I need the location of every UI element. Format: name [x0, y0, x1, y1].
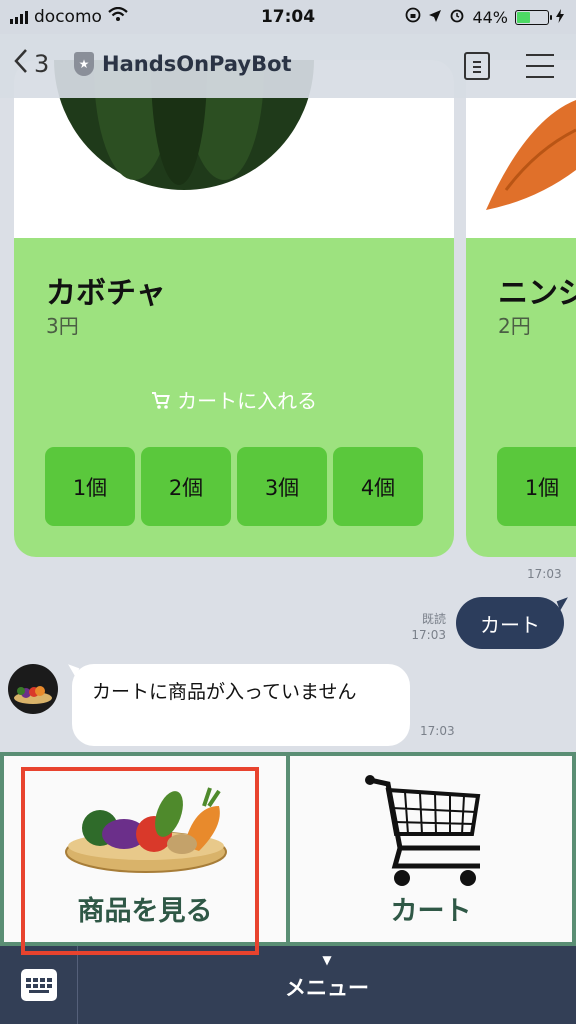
cart-label: カート — [390, 896, 472, 927]
battery-icon — [515, 9, 552, 25]
hamburger-menu-icon[interactable] — [526, 54, 554, 78]
back-button[interactable]: 3 — [14, 48, 49, 80]
location-icon — [428, 8, 442, 27]
user-message-bubble: カート — [456, 597, 564, 649]
add-to-cart-label: カートに入れる — [14, 385, 454, 414]
chat-title: HandsOnPayBot — [102, 52, 292, 76]
qty-button-1[interactable]: 1個 — [497, 447, 576, 526]
orientation-lock-icon — [405, 7, 421, 27]
selection-highlight — [21, 767, 259, 955]
product-card-carrot: ニンジ 2円 1個 — [466, 60, 576, 557]
chat-area: カボチャ 3円 カートに入れる 1個 2個 3個 4個 ニンジ 2円 1個 17… — [0, 0, 576, 752]
menu-label: メニュー — [285, 976, 369, 1000]
product-price: 2円 — [498, 314, 531, 338]
note-icon[interactable] — [464, 52, 490, 80]
alarm-icon — [449, 7, 465, 27]
chat-title-group[interactable]: ★ HandsOnPayBot — [74, 52, 292, 76]
cart-icon — [151, 389, 177, 413]
read-receipt: 既読 17:03 — [411, 612, 446, 642]
product-name: カボチャ — [46, 276, 166, 311]
qty-button-2[interactable]: 2個 — [141, 447, 231, 526]
bot-message-bubble: カートに商品が入っていません — [72, 664, 410, 746]
qty-button-4[interactable]: 4個 — [333, 447, 423, 526]
triangle-down-icon: ▼ — [322, 953, 332, 967]
product-card-pumpkin: カボチャ 3円 カートに入れる 1個 2個 3個 4個 — [14, 60, 454, 557]
chat-header: 3 ★ HandsOnPayBot — [0, 34, 576, 98]
status-bar: docomo 17:04 44% — [0, 0, 576, 34]
keyboard-toggle-button[interactable] — [0, 946, 78, 1024]
cart-button[interactable]: カート — [290, 756, 572, 942]
unread-count: 3 — [34, 50, 50, 78]
carousel-timestamp: 17:03 — [527, 567, 562, 581]
bot-avatar[interactable] — [8, 664, 58, 714]
qty-button-1[interactable]: 1個 — [45, 447, 135, 526]
menu-toggle-button[interactable]: ▼ メニュー — [78, 954, 576, 1002]
charging-icon — [556, 8, 564, 27]
chevron-left-icon — [14, 48, 28, 80]
qty-button-3[interactable]: 3個 — [237, 447, 327, 526]
product-price: 3円 — [46, 314, 79, 338]
product-name: ニンジ — [498, 276, 576, 311]
shield-icon: ★ — [74, 52, 94, 76]
keyboard-icon — [20, 969, 57, 1001]
battery-percent: 44% — [472, 7, 508, 27]
bot-message-timestamp: 17:03 — [420, 724, 455, 738]
bottom-bar: ▼ メニュー — [0, 946, 576, 1024]
